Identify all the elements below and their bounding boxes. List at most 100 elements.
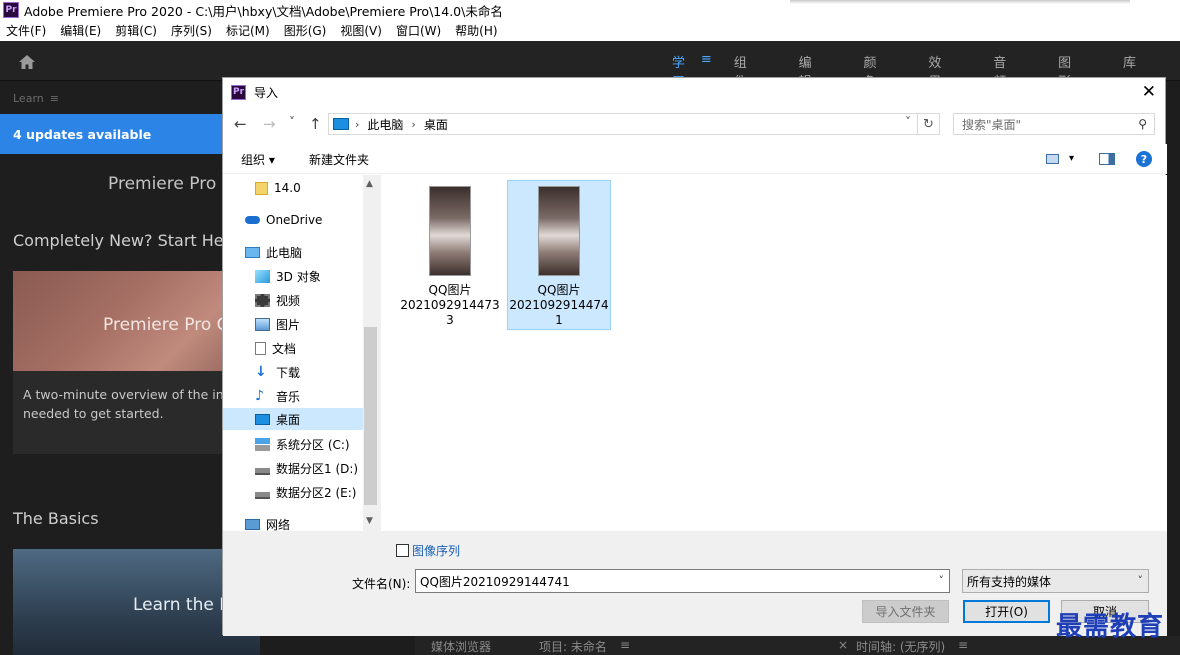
timeline-close-icon[interactable]: ×	[838, 638, 848, 652]
organize-button[interactable]: 组织 ▾	[241, 151, 275, 168]
tree-item-onedrive[interactable]: OneDrive	[245, 209, 363, 231]
tutorial-desc-line1: A two-minute overview of the in	[23, 387, 224, 402]
scrollbar-thumb[interactable]	[364, 327, 377, 505]
project-panel-menu-icon[interactable]: ≡	[620, 638, 630, 652]
dialog-toolbar: 组织 ▾ 新建文件夹 ▾ ?	[223, 144, 1167, 174]
premiere-logo-icon: Pr	[3, 2, 19, 18]
file-name-line2: 2021092914474	[509, 298, 609, 312]
menu-window[interactable]: 窗口(W)	[396, 22, 441, 39]
breadcrumb-desktop[interactable]: 桌面	[424, 116, 448, 133]
download-icon: ↓	[255, 363, 267, 380]
this-pc-icon	[333, 118, 349, 130]
learn-panel: Learn ≡ 4 updates available Premiere Pro…	[0, 82, 260, 655]
window-title: Adobe Premiere Pro 2020 - C:\用户\hbxy\文档\…	[24, 3, 503, 19]
tree-item-desktop[interactable]: 桌面	[223, 408, 363, 430]
tutorial-card-title: Premiere Pro C	[103, 315, 229, 335]
tutorial-desc-line2: needed to get started.	[23, 406, 164, 421]
import-dialog: Pr 导入 ✕ ← → ˅ ↑ › 此电脑 › 桌面 ˅ ↻ 搜索"桌面" ⚲ …	[222, 77, 1167, 636]
dialog-footer: 图像序列 文件名(N): QQ图片20210929144741 ˅ 所有支持的媒…	[223, 531, 1167, 636]
file-type-select[interactable]: 所有支持的媒体 ˅	[962, 569, 1149, 593]
view-mode-icon[interactable]	[1046, 154, 1059, 164]
tree-item-label: 系统分区 (C:)	[276, 437, 350, 452]
tree-item-3d-objects[interactable]: 3D 对象	[255, 265, 363, 287]
workspace-bar: 学习 ≡ 组件 编辑 颜色 效果 音频 图形 库	[0, 41, 1180, 90]
refresh-icon[interactable]: ↻	[917, 114, 939, 134]
menu-edit[interactable]: 编辑(E)	[60, 22, 101, 39]
menu-help[interactable]: 帮助(H)	[455, 22, 497, 39]
tree-item-music[interactable]: ♪ 音乐	[255, 385, 363, 407]
tree-scrollbar[interactable]: ▲ ▼	[363, 175, 378, 531]
breadcrumb-this-pc[interactable]: 此电脑	[367, 116, 403, 133]
forward-arrow-icon[interactable]: →	[263, 115, 276, 133]
menu-file[interactable]: 文件(F)	[6, 22, 46, 39]
tree-item-this-pc[interactable]: 此电脑	[245, 241, 363, 263]
tab-media-browser[interactable]: 媒体浏览器	[431, 638, 491, 655]
scroll-down-arrow-icon[interactable]: ▼	[366, 516, 373, 526]
checkbox-box[interactable]	[396, 544, 409, 557]
timeline-panel-menu-icon[interactable]: ≡	[958, 638, 968, 652]
open-button[interactable]: 打开(O)	[963, 600, 1050, 623]
close-icon[interactable]: ✕	[1142, 82, 1156, 102]
breadcrumb-separator[interactable]: ›	[411, 118, 415, 131]
desktop-icon	[255, 413, 270, 425]
cloud-icon	[245, 216, 260, 224]
file-name-line1: QQ图片	[537, 283, 581, 297]
tree-item-pictures[interactable]: 图片	[255, 313, 363, 335]
learn-panel-menu-icon[interactable]: ≡	[50, 92, 59, 105]
filename-input[interactable]: QQ图片20210929144741 ˅	[415, 569, 950, 593]
tab-project[interactable]: 项目: 未命名	[539, 638, 607, 655]
tutorial-card-basics-title: Learn the I	[133, 595, 225, 615]
picture-icon	[255, 317, 270, 331]
help-icon[interactable]: ?	[1136, 151, 1152, 167]
tree-item-videos[interactable]: 视频	[255, 289, 363, 311]
tree-item-downloads[interactable]: ↓ 下载	[255, 361, 363, 383]
menu-view[interactable]: 视图(V)	[340, 22, 382, 39]
filename-value: QQ图片20210929144741	[420, 574, 570, 589]
menu-sequence[interactable]: 序列(S)	[171, 22, 212, 39]
address-dropdown-chevron-icon[interactable]: ˅	[905, 115, 911, 129]
import-folder-button[interactable]: 导入文件夹	[862, 600, 949, 623]
tree-item-drive-d[interactable]: 数据分区1 (D:)	[255, 457, 363, 479]
home-icon[interactable]	[18, 54, 36, 70]
filename-dropdown-chevron-icon[interactable]: ˅	[939, 574, 945, 587]
drive-icon	[255, 485, 270, 499]
section-heading-new: Completely New? Start Here	[13, 231, 240, 250]
menu-graphics[interactable]: 图形(G)	[284, 22, 327, 39]
file-name-line3: 3	[446, 313, 454, 327]
tree-item-14-0[interactable]: 14.0	[255, 177, 363, 199]
search-input[interactable]: 搜索"桌面" ⚲	[953, 113, 1155, 135]
file-type-chevron-icon[interactable]: ˅	[1138, 574, 1144, 587]
tree-item-label: 此电脑	[266, 245, 303, 260]
scroll-up-arrow-icon[interactable]: ▲	[366, 179, 373, 189]
image-sequence-checkbox[interactable]: 图像序列	[396, 542, 460, 559]
menu-markers[interactable]: 标记(M)	[226, 22, 270, 39]
recent-locations-chevron-icon[interactable]: ˅	[289, 115, 295, 129]
tab-timeline[interactable]: 时间轴: (无序列)	[856, 638, 945, 655]
menubar: 文件(F) 编辑(E) 剪辑(C) 序列(S) 标记(M) 图形(G) 视图(V…	[0, 20, 1180, 41]
tree-item-drive-e[interactable]: 数据分区2 (E:)	[255, 481, 363, 503]
up-arrow-icon[interactable]: ↑	[309, 115, 322, 133]
new-folder-button[interactable]: 新建文件夹	[309, 151, 369, 168]
learn-product-title: Premiere Pro	[108, 174, 217, 194]
overlay-shadow	[790, 0, 1130, 4]
tree-item-label: 视频	[276, 293, 301, 308]
tree-item-network[interactable]: 网络	[245, 513, 363, 531]
breadcrumb-separator[interactable]: ›	[355, 118, 359, 131]
view-menu-chevron-icon[interactable]: ▾	[1069, 153, 1074, 164]
file-item[interactable]: QQ图片 2021092914473 3	[398, 182, 502, 332]
menu-clip[interactable]: 剪辑(C)	[115, 22, 157, 39]
tree-item-drive-c[interactable]: 系统分区 (C:)	[255, 433, 363, 455]
tree-item-label: 数据分区1 (D:)	[276, 461, 359, 476]
updates-banner[interactable]: 4 updates available	[0, 114, 260, 154]
tree-item-label: 音乐	[276, 389, 301, 404]
preview-pane-icon[interactable]	[1099, 153, 1115, 165]
address-bar[interactable]: › 此电脑 › 桌面 ˅ ↻	[328, 113, 940, 135]
search-icon[interactable]: ⚲	[1138, 117, 1147, 131]
image-sequence-label[interactable]: 图像序列	[412, 542, 460, 559]
tree-item-documents[interactable]: 文档	[255, 337, 363, 359]
back-arrow-icon[interactable]: ←	[234, 115, 247, 133]
file-thumbnail	[538, 186, 580, 276]
dialog-titlebar: Pr 导入	[223, 78, 1165, 106]
file-item-selected[interactable]: QQ图片 2021092914474 1	[507, 180, 611, 330]
learn-panel-title: Learn	[13, 91, 44, 105]
